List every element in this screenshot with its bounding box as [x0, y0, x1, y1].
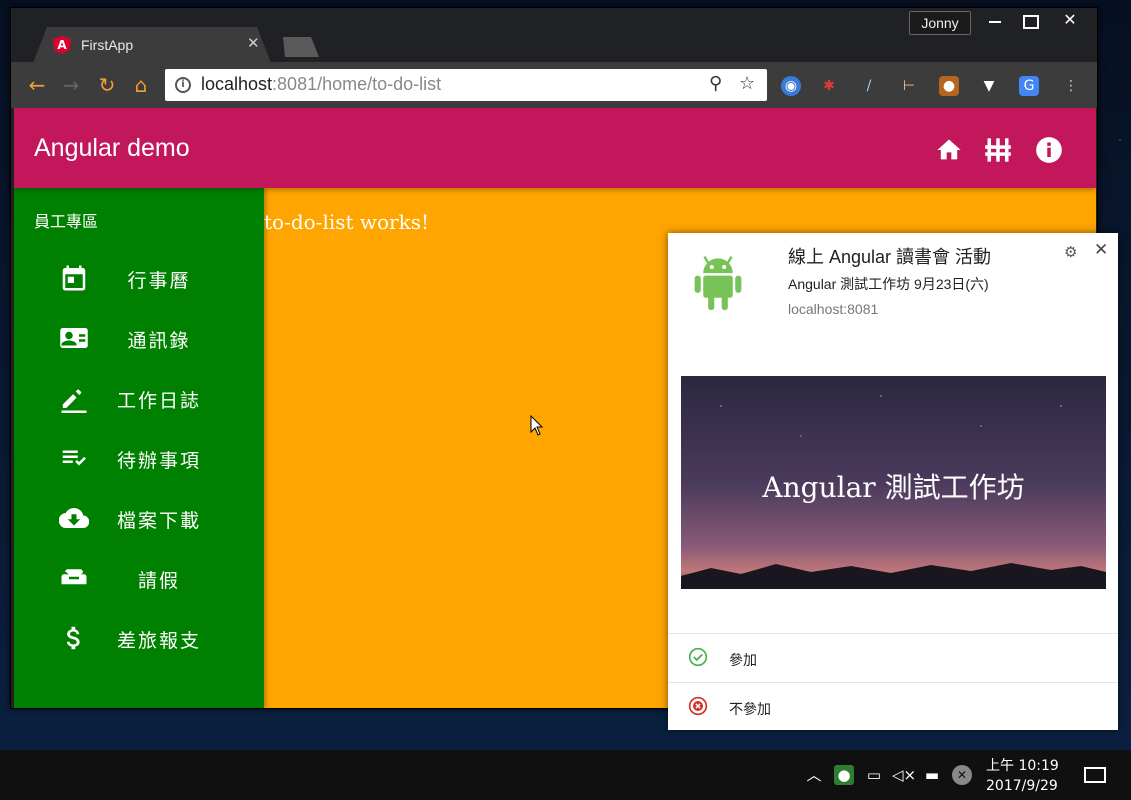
zoom-icon[interactable]: ⚲: [709, 73, 722, 94]
settings-gear-icon[interactable]: ⚙: [1064, 243, 1077, 261]
sidenav-section-title: 員工專區: [34, 212, 99, 231]
edit-icon: [61, 389, 87, 413]
attend-label: 參加: [729, 652, 757, 668]
sidebar-item-label: 行事曆: [127, 270, 191, 292]
volume-muted-icon[interactable]: ◁×: [892, 765, 916, 785]
notification-title: 線上 Angular 讀書會 活動: [788, 247, 992, 267]
info-icon[interactable]: [1035, 136, 1063, 164]
site-info-icon[interactable]: i: [175, 77, 191, 93]
notification-body: Angular 測試工作坊 9月23日(六): [788, 276, 989, 292]
chevron-up-icon[interactable]: ︿: [804, 765, 824, 785]
sidebar-item-calendar[interactable]: 行事曆: [14, 248, 264, 308]
browser-toolbar: ← → ↻ ⌂ i localhost:8081/home/to-do-list…: [11, 62, 1097, 108]
home-icon[interactable]: [935, 136, 963, 164]
sidebar-item-label: 請假: [137, 570, 180, 592]
desktop-notification[interactable]: 線上 Angular 讀書會 活動 Angular 測試工作坊 9月23日(六)…: [668, 233, 1118, 730]
battery-icon[interactable]: ▬: [922, 765, 942, 785]
extension-vue-icon[interactable]: ▼: [979, 76, 999, 96]
wechat-tray-icon[interactable]: ●: [834, 765, 854, 785]
playlist-check-icon: [62, 450, 86, 466]
extension-bug-icon[interactable]: ✱: [819, 76, 839, 96]
extension-translate-icon[interactable]: G: [1019, 76, 1039, 96]
url-text: localhost:8081/home/to-do-list: [201, 74, 442, 94]
sidebar-item-expenses[interactable]: 差旅報支: [14, 608, 264, 668]
notification-source: localhost:8081: [788, 301, 879, 317]
contact-card-icon: [60, 328, 88, 348]
reload-icon[interactable]: ↻: [95, 73, 119, 97]
bookmark-star-icon[interactable]: ☆: [739, 73, 755, 94]
sidebar-item-downloads[interactable]: 檔案下載: [14, 488, 264, 548]
clock-time[interactable]: 上午 10:19: [986, 755, 1059, 775]
close-window-button[interactable]: ✕: [1045, 9, 1095, 31]
check-circle-icon: [688, 647, 708, 667]
tab-close-icon[interactable]: ✕: [247, 34, 260, 52]
calendar-icon: [62, 265, 86, 291]
attend-button[interactable]: 參加: [668, 634, 1118, 682]
browser-tab[interactable]: A FirstApp ✕: [33, 27, 271, 63]
decline-button[interactable]: 不參加: [668, 683, 1118, 731]
android-icon: [694, 255, 742, 311]
dashboard-icon[interactable]: [984, 136, 1012, 164]
error-tray-icon[interactable]: ✕: [952, 765, 972, 785]
sidebar-item-label: 檔案下載: [116, 510, 201, 532]
extension-globe-icon[interactable]: ◉: [781, 76, 801, 96]
angular-icon: A: [53, 36, 71, 54]
sofa-icon: [61, 569, 87, 585]
extension-dropper-icon[interactable]: /: [859, 76, 879, 96]
address-bar[interactable]: i localhost:8081/home/to-do-list ⚲ ☆: [165, 69, 767, 101]
action-center-icon[interactable]: [1084, 767, 1106, 783]
clock-date[interactable]: 2017/9/29: [986, 778, 1058, 794]
side-nav: 員工專區 行事曆 通訊錄 工作日誌 待辦事項 檔案下載 請假 差旅報支: [14, 188, 264, 708]
title-bar: A FirstApp ✕ Jonny ✕: [11, 8, 1097, 63]
profile-button[interactable]: Jonny: [909, 11, 971, 35]
mouse-cursor-icon: [530, 415, 544, 436]
app-title: Angular demo: [34, 134, 190, 162]
extension-owl-icon[interactable]: ●: [939, 76, 959, 96]
taskbar: ︿ ● ▭ ◁× ▬ ✕ 上午 10:19 2017/9/29: [0, 750, 1131, 800]
mountain-silhouette: [681, 563, 1106, 589]
sidebar-item-label: 待辦事項: [116, 450, 201, 472]
sidebar-item-leave[interactable]: 請假: [14, 548, 264, 608]
forward-arrow-icon[interactable]: →: [59, 73, 83, 97]
app-toolbar: Angular demo: [14, 108, 1096, 188]
tab-title: FirstApp: [81, 37, 134, 53]
notification-image-text: Angular 測試工作坊: [762, 471, 1025, 504]
sidebar-item-contacts[interactable]: 通訊錄: [14, 308, 264, 368]
dollar-icon: [66, 626, 80, 650]
sidebar-item-worklog[interactable]: 工作日誌: [14, 368, 264, 428]
decline-label: 不參加: [729, 701, 771, 717]
sidebar-item-label: 工作日誌: [116, 390, 201, 412]
sidebar-item-label: 通訊錄: [127, 330, 191, 352]
notification-image: Angular 測試工作坊: [681, 376, 1106, 589]
maximize-button[interactable]: [1011, 9, 1047, 31]
cancel-circle-icon: [688, 696, 708, 716]
home-button-icon[interactable]: ⌂: [129, 73, 153, 97]
back-arrow-icon[interactable]: ←: [25, 73, 49, 97]
minimize-button[interactable]: [977, 9, 1013, 31]
page-content-text: to-do-list works!: [264, 210, 430, 234]
new-tab-button[interactable]: [283, 37, 319, 57]
sidebar-item-label: 差旅報支: [116, 630, 201, 652]
extension-measure-icon[interactable]: ⊢: [899, 76, 919, 96]
sidebar-item-todo[interactable]: 待辦事項: [14, 428, 264, 488]
cloud-download-icon: [59, 508, 89, 529]
close-icon[interactable]: ✕: [1094, 240, 1108, 260]
network-icon[interactable]: ▭: [864, 765, 884, 785]
menu-more-icon[interactable]: ⋮: [1061, 76, 1081, 96]
